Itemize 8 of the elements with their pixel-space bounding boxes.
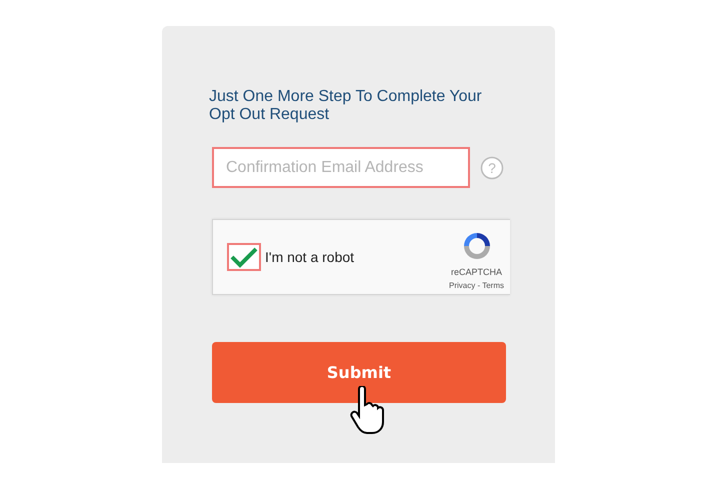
captcha-label: I'm not a robot: [265, 248, 354, 266]
hand-cursor-icon: [350, 386, 384, 436]
email-field[interactable]: Confirmation Email Address: [212, 147, 470, 188]
heading: Just One More Step To Complete Your Opt Out Request: [209, 88, 483, 124]
help-icon[interactable]: ?: [480, 156, 504, 180]
captcha-checkbox[interactable]: [227, 243, 261, 271]
privacy-terms-links[interactable]: Privacy - Terms: [449, 280, 504, 292]
captcha-brand: reCAPTCHA: [451, 266, 502, 279]
